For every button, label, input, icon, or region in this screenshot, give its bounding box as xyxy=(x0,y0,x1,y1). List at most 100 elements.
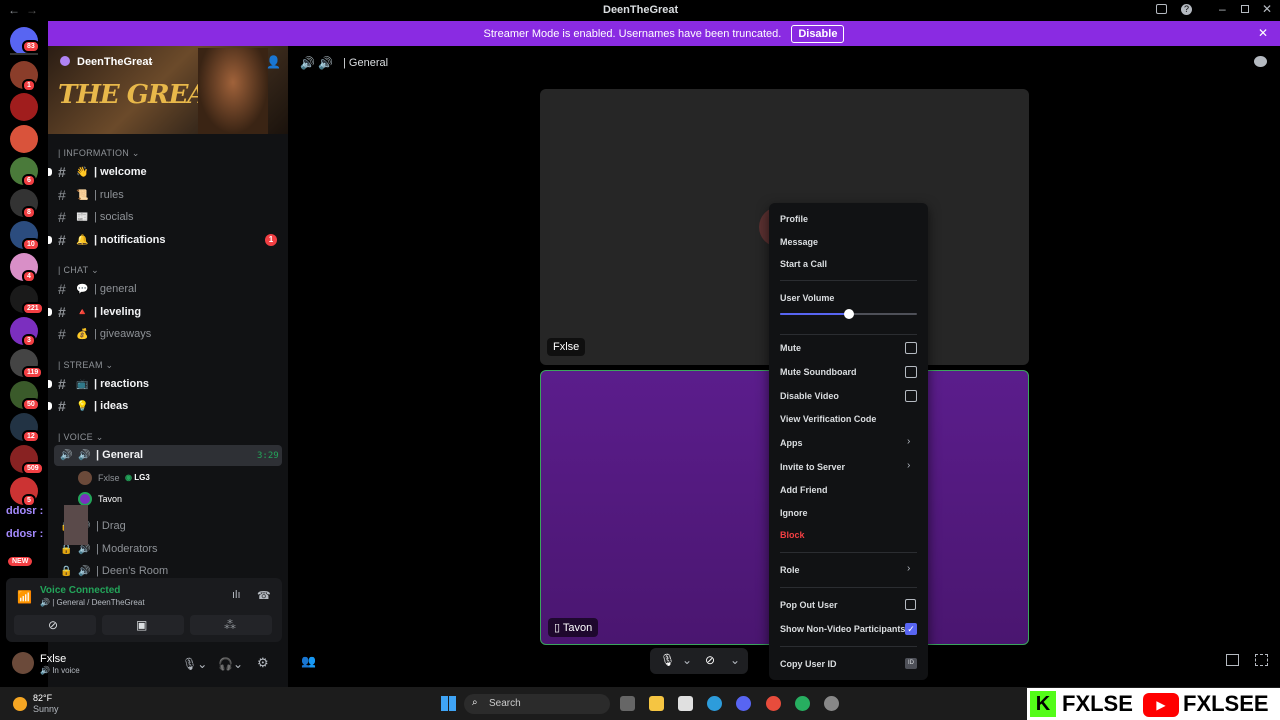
voice-connected-status[interactable]: Voice Connected xyxy=(40,585,120,596)
screen-share-icon: ▣ xyxy=(136,618,148,632)
server-badge: 50 xyxy=(22,398,40,411)
menu-start-call[interactable]: Start a Call xyxy=(780,259,827,269)
close-icon[interactable]: ✕ xyxy=(1262,2,1272,16)
server-boost-icon xyxy=(60,56,70,66)
weather-temp[interactable]: 82°F xyxy=(33,693,52,703)
windows-start-icon[interactable] xyxy=(441,696,456,711)
channel-leveling[interactable]: # 🔺 | leveling xyxy=(58,302,141,322)
voice-member-name[interactable]: Fxlse xyxy=(98,473,120,483)
menu-user-volume: User Volume xyxy=(780,293,835,303)
voice-timer: 3:29 xyxy=(257,451,279,461)
file-explorer-icon[interactable] xyxy=(649,696,664,711)
server-badge: 4 xyxy=(22,270,36,283)
microphone-icon[interactable]: 🎙 xyxy=(660,653,675,667)
channel-welcome[interactable]: # 👋 | welcome xyxy=(58,162,147,182)
chrome-icon[interactable] xyxy=(766,696,781,711)
settings-icon[interactable] xyxy=(824,696,839,711)
chat-icon[interactable] xyxy=(1254,56,1267,67)
user-status: 🔊 In voice xyxy=(40,666,80,675)
menu-ignore[interactable]: Ignore xyxy=(780,508,808,518)
menu-pop-out-user[interactable]: Pop Out User xyxy=(780,600,838,610)
menu-profile[interactable]: Profile xyxy=(780,214,808,224)
chevron-right-icon: › xyxy=(907,460,911,471)
menu-mute[interactable]: Mute xyxy=(780,343,801,353)
pop-out-icon[interactable] xyxy=(1226,654,1239,666)
unread-indicator xyxy=(48,236,52,244)
minimize-icon[interactable]: – xyxy=(1219,2,1226,16)
category-information[interactable]: | INFORMATION ⌄ xyxy=(58,148,140,159)
disable-video-checkbox[interactable] xyxy=(905,390,917,402)
forward-icon[interactable]: → xyxy=(26,3,38,17)
menu-view-verification-code[interactable]: View Verification Code xyxy=(780,414,876,424)
mention-badge: 1 xyxy=(265,234,277,246)
disconnect-icon[interactable]: ☎ xyxy=(257,589,271,602)
menu-mute-soundboard[interactable]: Mute Soundboard xyxy=(780,367,857,377)
search-label: Search xyxy=(489,698,521,709)
signal-icon[interactable]: 📶 xyxy=(17,590,32,604)
camera-button[interactable]: ⊘ xyxy=(14,615,96,635)
menu-invite-to-server[interactable]: Invite to Server xyxy=(780,462,845,472)
invite-people-icon[interactable]: 👤 xyxy=(266,55,281,69)
participant-name: Fxlse xyxy=(547,338,586,356)
camera-off-icon[interactable]: ⊘ xyxy=(705,653,715,667)
sun-icon[interactable] xyxy=(13,697,27,711)
channel-notifications[interactable]: # 🔔 | notifications xyxy=(58,230,166,250)
server-icon[interactable] xyxy=(10,125,38,153)
channel-socials[interactable]: # 📰 | socials xyxy=(58,207,134,227)
youtube-logo-icon: ▶ xyxy=(1143,693,1179,717)
mute-checkbox[interactable] xyxy=(905,342,917,354)
voice-member-name[interactable]: Tavon xyxy=(98,494,122,504)
overlay-text: ddosr : xyxy=(6,505,44,517)
channel-ideas[interactable]: # 💡 | ideas xyxy=(58,396,128,416)
menu-add-friend[interactable]: Add Friend xyxy=(780,485,828,495)
noise-suppression-icon[interactable]: ılı xyxy=(232,589,241,601)
avatar[interactable] xyxy=(12,652,34,674)
chrome-icon[interactable] xyxy=(795,696,810,711)
volume-slider-thumb[interactable] xyxy=(843,309,854,319)
menu-apps[interactable]: Apps xyxy=(780,438,803,448)
category-voice[interactable]: | VOICE ⌄ xyxy=(58,432,104,443)
menu-role[interactable]: Role xyxy=(780,565,800,575)
dismiss-banner-icon[interactable]: ✕ xyxy=(1258,26,1268,40)
unread-indicator xyxy=(48,168,52,176)
store-icon[interactable] xyxy=(678,696,693,711)
channel-reactions[interactable]: # 📺 | reactions xyxy=(58,374,149,394)
activities-button[interactable]: ⁂ xyxy=(190,615,272,635)
disable-streamer-button[interactable]: Disable xyxy=(791,24,845,43)
screen-share-button[interactable]: ▣ xyxy=(102,615,184,635)
microphone-icon[interactable]: 🎙⌄ xyxy=(182,657,207,671)
chevron-down-icon[interactable]: ⌄ xyxy=(682,653,692,667)
maximize-icon[interactable] xyxy=(1241,5,1249,13)
inbox-icon[interactable] xyxy=(1156,4,1167,14)
category-chat[interactable]: | CHAT ⌄ xyxy=(58,265,99,276)
server-icon[interactable] xyxy=(10,93,38,121)
settings-gear-icon[interactable]: ⚙ xyxy=(257,655,269,671)
show-non-video-checkbox-checked[interactable]: ✓ xyxy=(905,623,917,635)
edge-icon[interactable] xyxy=(707,696,722,711)
help-icon[interactable]: ? xyxy=(1181,4,1192,15)
chevron-down-icon[interactable]: ⌄ xyxy=(730,653,740,667)
server-name[interactable]: DeenTheGreat xyxy=(77,56,152,68)
id-icon: ID xyxy=(905,658,917,669)
discord-icon[interactable] xyxy=(736,696,751,711)
menu-copy-user-id[interactable]: Copy User ID xyxy=(780,659,837,669)
menu-show-non-video[interactable]: Show Non-Video Participants xyxy=(780,624,905,634)
channel-rules[interactable]: # 📜 | rules xyxy=(58,185,124,205)
add-people-icon[interactable]: 👥 xyxy=(301,654,316,668)
mute-soundboard-checkbox[interactable] xyxy=(905,366,917,378)
task-view-icon[interactable] xyxy=(620,696,635,711)
menu-message[interactable]: Message xyxy=(780,237,818,247)
category-stream[interactable]: | STREAM ⌄ xyxy=(58,360,113,371)
window-title: DeenTheGreat xyxy=(603,4,679,16)
menu-disable-video[interactable]: Disable Video xyxy=(780,391,839,401)
channel-general[interactable]: # 💬 | general xyxy=(58,279,137,299)
channel-giveaways[interactable]: # 💰 | giveaways xyxy=(58,324,151,344)
headphones-icon[interactable]: 🎧⌄ xyxy=(218,657,243,671)
fullscreen-icon[interactable] xyxy=(1255,654,1268,666)
menu-block[interactable]: Block xyxy=(780,530,805,540)
banner-person xyxy=(198,48,268,134)
voice-location: 🔊 | General / DeenTheGreat xyxy=(40,598,145,607)
taskbar-search[interactable]: ⌕ Search xyxy=(464,694,610,714)
back-icon[interactable]: ← xyxy=(8,3,20,17)
server-menu-chevron-icon[interactable]: ⌄ xyxy=(147,56,155,67)
